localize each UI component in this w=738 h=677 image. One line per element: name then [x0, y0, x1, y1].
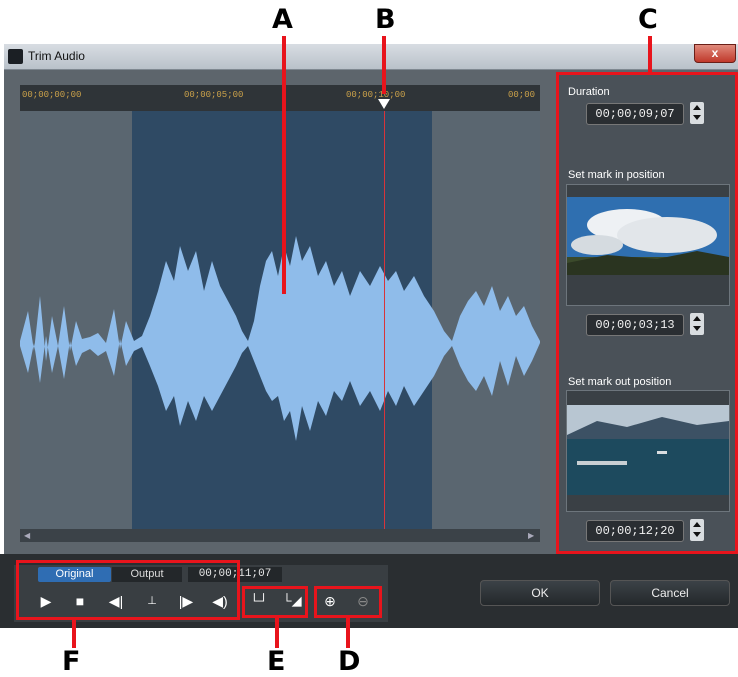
callout-d-box — [314, 586, 382, 618]
callout-f: F — [62, 646, 81, 677]
callout-a: A — [272, 4, 293, 35]
window-title: Trim Audio — [28, 49, 85, 63]
ruler-tick: 00;00;00;00 — [22, 90, 82, 100]
horizontal-scrollbar[interactable]: ◀ ▶ — [20, 529, 540, 542]
callout-f-box — [16, 560, 240, 620]
callout-d-line — [346, 618, 350, 648]
scroll-left-icon[interactable]: ◀ — [24, 529, 30, 542]
audio-waveform — [20, 236, 540, 441]
callout-a-line — [282, 36, 286, 294]
playhead-marker[interactable] — [378, 99, 390, 109]
ruler-tick: 00;00 — [508, 90, 536, 100]
callout-f-line — [72, 618, 76, 648]
callout-b: B — [375, 4, 396, 35]
close-button[interactable]: x — [694, 44, 736, 63]
cancel-button[interactable]: Cancel — [610, 580, 730, 606]
ok-button[interactable]: OK — [480, 580, 600, 606]
callout-d: D — [338, 646, 361, 677]
callout-c-line — [648, 36, 652, 74]
callout-b-line — [382, 36, 386, 94]
scroll-right-icon[interactable]: ▶ — [528, 529, 534, 542]
callout-e-box — [242, 586, 308, 618]
callout-c-box — [556, 72, 738, 554]
title-bar: Trim Audio x — [4, 44, 738, 70]
ruler-tick: 00;00;10;00 — [346, 90, 406, 100]
app-icon — [8, 49, 23, 64]
callout-c: C — [638, 4, 658, 35]
callout-e-line — [275, 618, 279, 648]
callout-e: E — [267, 646, 286, 677]
waveform-shape — [20, 236, 540, 441]
ruler-tick: 00;00;05;00 — [184, 90, 244, 100]
timeline-ruler[interactable]: 00;00;00;00 00;00;05;00 00;00;10;00 00;0… — [20, 85, 540, 111]
playhead-line[interactable] — [384, 111, 385, 529]
